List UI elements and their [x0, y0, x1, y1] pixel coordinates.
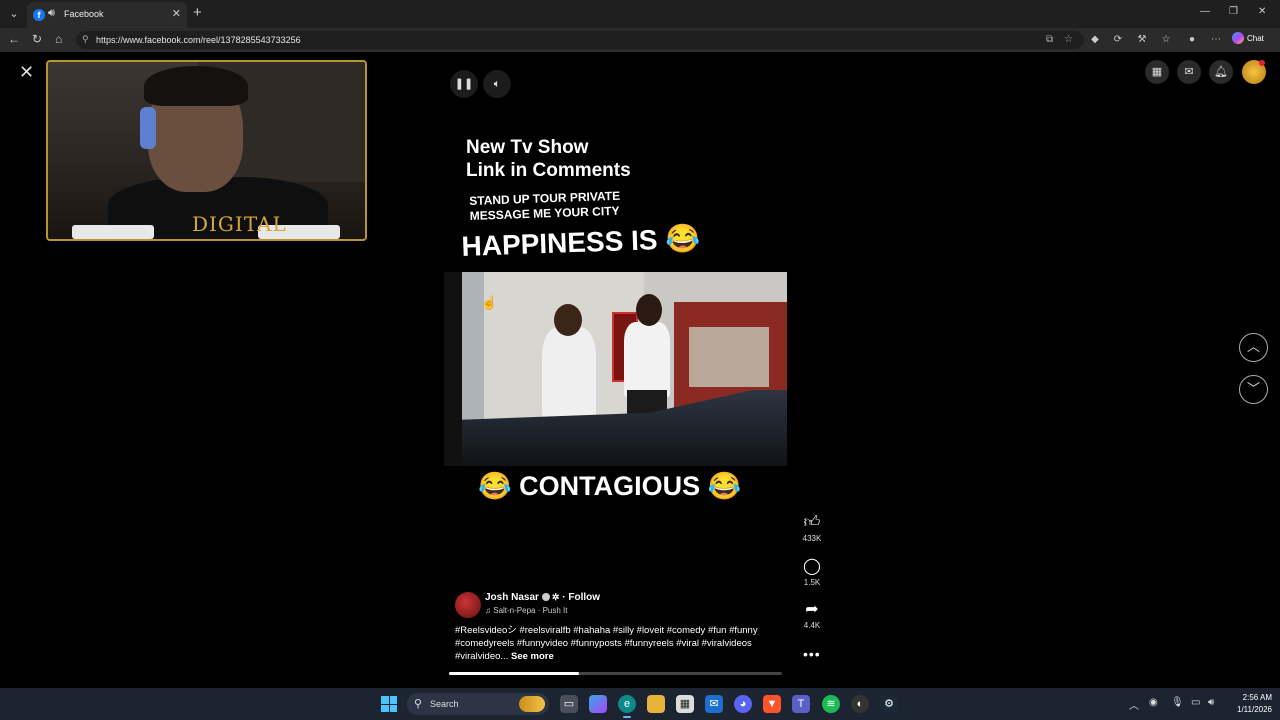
url-field[interactable]: ⚲ https://www.facebook.com/reel/13782855…: [76, 31, 1084, 49]
windows-taskbar: ⚲ Search ▭ e ▦ ✉ ◕ ▼ T ≋ ◐ ⚙ ︿ ◉ 🎙︎ ▭ 🔊︎…: [0, 688, 1280, 720]
reel-description: #Reelsvideoシ #reelsviralfb #hahaha #sill…: [455, 625, 758, 662]
reel-caption-title: New Tv Show Link in Comments: [466, 137, 631, 181]
share-count: 4.4K: [803, 621, 821, 630]
video-progress-fill: [449, 672, 579, 675]
share-icon: ➦: [805, 601, 819, 618]
brave-icon[interactable]: ▼: [763, 695, 781, 713]
copilot-icon: [1232, 32, 1244, 44]
browser-tab-facebook[interactable]: f 🔊︎ Facebook ✕: [27, 2, 187, 28]
discord-icon[interactable]: ◕: [734, 695, 752, 713]
reel-caption-subtitle: STAND UP TOUR PRIVATE MESSAGE ME YOUR CI…: [469, 188, 621, 223]
back-arrow-icon[interactable]: ←: [8, 32, 20, 46]
verified-badge-icon: [541, 593, 550, 602]
extension-tools-icon[interactable]: ⚒: [1136, 34, 1148, 46]
spotify-icon[interactable]: ≋: [822, 695, 840, 713]
comment-icon: ◯: [803, 558, 821, 575]
restore-icon[interactable]: ❐: [1229, 6, 1238, 17]
favorite-star-icon[interactable]: ☆: [1064, 34, 1073, 45]
chevron-up-icon[interactable]: ︿: [1239, 333, 1268, 362]
file-explorer-icon[interactable]: [647, 695, 665, 713]
tab-audio-icon[interactable]: 🔊︎: [48, 7, 55, 20]
speaker-icon[interactable]: 🔊︎: [1208, 697, 1214, 708]
video-progress-bar[interactable]: [449, 672, 782, 675]
window-close-icon[interactable]: ✕: [1258, 6, 1266, 17]
favorites-icon[interactable]: ☆: [1160, 34, 1172, 46]
copilot-app-icon[interactable]: [589, 695, 607, 713]
edge-icon[interactable]: e: [618, 695, 636, 713]
volume-icon[interactable]: 🔈︎: [483, 70, 511, 98]
settings-more-icon[interactable]: ⋯: [1210, 34, 1222, 46]
notifications-bell-icon[interactable]: 🔔︎: [1209, 60, 1233, 84]
mouse-cursor-icon: ☝: [481, 295, 498, 310]
taskbar-search[interactable]: ⚲ Search: [407, 693, 549, 715]
refresh-icon[interactable]: ↻: [32, 32, 42, 46]
microphone-icon[interactable]: 🎙︎: [1171, 697, 1184, 708]
webcam-overlay: DIGITAL: [46, 60, 367, 241]
windows-start-icon[interactable]: [381, 696, 397, 712]
like-count: 433K: [802, 534, 822, 543]
notification-dot: [1259, 60, 1265, 66]
share-button[interactable]: ➦ 4.4K: [798, 601, 826, 630]
music-note-icon: ♫: [485, 606, 491, 615]
like-icon: 👍︎: [803, 514, 821, 531]
tab-title: Facebook: [64, 9, 104, 19]
messenger-icon[interactable]: ✉: [1177, 60, 1201, 84]
app-available-icon[interactable]: ⧉: [1046, 34, 1053, 45]
facebook-favicon-icon: f: [33, 9, 45, 21]
webcam-logo: DIGITAL: [192, 212, 287, 236]
browser-address-bar: ← ↻ ⌂ ⚲ https://www.facebook.com/reel/13…: [0, 28, 1280, 52]
headphone: [140, 107, 156, 149]
new-tab-plus-icon[interactable]: +: [193, 5, 202, 21]
comment-button[interactable]: ◯ 1.5K: [798, 558, 826, 587]
copilot-chat-button[interactable]: Chat: [1232, 32, 1264, 48]
close-icon[interactable]: ✕: [19, 63, 34, 81]
url-text: https://www.facebook.com/reel/1378285543…: [96, 35, 301, 45]
network-icon[interactable]: ▭: [1191, 697, 1200, 708]
follow-button[interactable]: Follow: [568, 592, 600, 603]
comment-count: 1.5K: [803, 578, 821, 587]
home-icon[interactable]: ⌂: [55, 32, 62, 46]
profile-icon[interactable]: ●: [1186, 34, 1198, 46]
task-view-icon[interactable]: ▭: [560, 695, 578, 713]
tab-close-icon[interactable]: ✕: [172, 7, 181, 20]
chevron-down-icon[interactable]: ﹀: [1239, 375, 1268, 404]
mail-icon[interactable]: ✉: [705, 695, 723, 713]
menu-grid-icon[interactable]: ▦: [1145, 60, 1169, 84]
reel-caption-bottom: 😂 CONTAGIOUS 😂: [478, 471, 742, 501]
pause-icon[interactable]: ❚❚: [450, 70, 478, 98]
avatar[interactable]: [455, 592, 481, 618]
gear-icon: ✲: [551, 592, 560, 602]
minimize-icon[interactable]: —: [1200, 6, 1210, 17]
store-icon[interactable]: ▦: [676, 695, 694, 713]
site-info-icon[interactable]: ⚲: [82, 34, 89, 45]
taskbar-clock[interactable]: 2:56 AM 1/11/2026: [1228, 692, 1272, 716]
steam-icon[interactable]: ⚙: [880, 695, 898, 713]
see-more-link[interactable]: See more: [511, 651, 554, 662]
app-icon[interactable]: ◐: [851, 695, 869, 713]
extension-icon[interactable]: ◆: [1089, 34, 1101, 46]
tray-app-icon[interactable]: ◉: [1149, 697, 1158, 708]
like-button[interactable]: 👍︎ 433K: [798, 514, 826, 543]
teams-icon[interactable]: T: [792, 695, 810, 713]
author-name[interactable]: Josh Nasar: [485, 592, 539, 603]
reel-viewer: ✕ DIGITAL ❚❚ 🔈︎ New Tv Show Link in Comm…: [0, 52, 1280, 686]
tray-chevron-icon[interactable]: ︿: [1129, 697, 1139, 712]
music-track[interactable]: ♫ Salt-n-Pepa · Push It: [485, 606, 568, 615]
more-icon[interactable]: •••: [803, 646, 821, 662]
tab-list-chevron-icon[interactable]: ⌄: [6, 6, 22, 22]
browser-tab-bar: ⌄ f 🔊︎ Facebook ✕ + — ❐ ✕: [0, 0, 1280, 28]
search-icon: ⚲: [414, 698, 423, 710]
reel-caption-top: HAPPINESS IS 😂: [461, 222, 701, 262]
search-highlight-icon: [519, 696, 545, 712]
extension-refresh-icon[interactable]: ⟳: [1112, 34, 1124, 46]
